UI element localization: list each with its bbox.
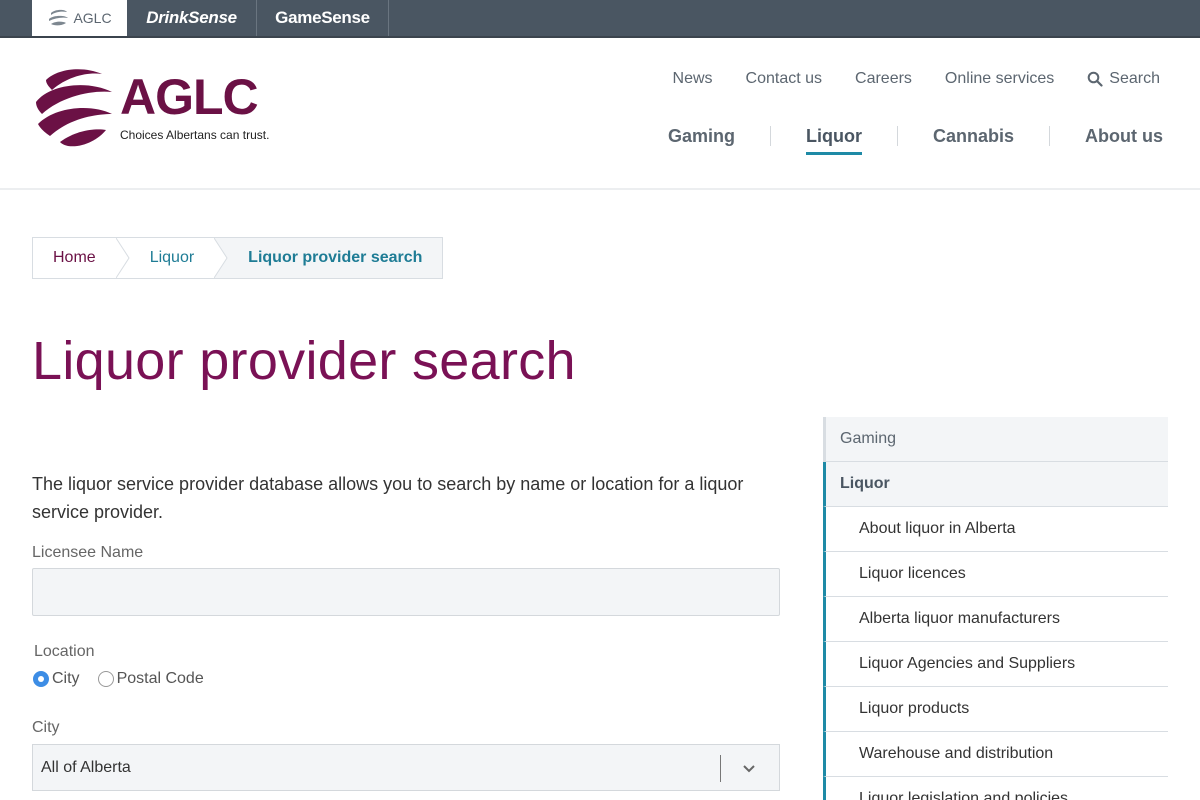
site-header: AGLC Choices Albertans can trust. News C… xyxy=(0,38,1200,190)
logo-wordmark: AGLC xyxy=(120,69,259,125)
brand-tab-label: AGLC xyxy=(73,10,112,26)
location-radio-group: City Postal Code xyxy=(33,670,222,688)
location-option-city[interactable]: City xyxy=(33,670,80,688)
logo-tagline: Choices Albertans can trust. xyxy=(120,128,270,142)
sidenav-item-legislation[interactable]: Liquor legislation and policies xyxy=(823,777,1168,800)
search-button[interactable]: Search xyxy=(1087,70,1160,88)
aglc-mini-logo-icon xyxy=(49,9,69,26)
location-option-postal-code[interactable]: Postal Code xyxy=(97,670,204,688)
breadcrumb-home[interactable]: Home xyxy=(33,238,130,278)
nav-item-liquor[interactable]: Liquor xyxy=(805,126,862,155)
location-label: Location xyxy=(34,643,95,660)
sidenav-item-manufacturers[interactable]: Alberta liquor manufacturers xyxy=(823,597,1168,642)
main-nav: Gaming Liquor Cannabis About us xyxy=(668,120,1163,155)
sidenav-item-liquor-products[interactable]: Liquor products xyxy=(823,687,1168,732)
breadcrumb: Home Liquor Liquor provider search xyxy=(32,237,444,279)
intro-text: The liquor service provider database all… xyxy=(32,474,744,522)
utility-nav: News Contact us Careers Online services … xyxy=(640,70,1160,88)
brand-tab-drinksense[interactable]: DrinkSense xyxy=(127,0,257,36)
city-select[interactable]: All of Alberta xyxy=(32,744,780,791)
city-label: City xyxy=(32,719,60,736)
sidenav-item-about-liquor[interactable]: About liquor in Alberta xyxy=(823,507,1168,552)
util-link-careers[interactable]: Careers xyxy=(855,70,912,88)
breadcrumb-chevron-icon xyxy=(115,238,130,278)
breadcrumb-current: Liquor provider search xyxy=(214,238,443,278)
sidenav-item-agencies-suppliers[interactable]: Liquor Agencies and Suppliers xyxy=(823,642,1168,687)
city-select-value: All of Alberta xyxy=(41,758,131,776)
search-icon xyxy=(1087,71,1103,87)
breadcrumb-label: Liquor provider search xyxy=(248,249,423,266)
brand-tab-label: DrinkSense xyxy=(146,8,237,27)
nav-item-about-us[interactable]: About us xyxy=(1085,126,1163,147)
chevron-down-icon xyxy=(743,765,755,773)
radio-label: City xyxy=(52,670,80,687)
breadcrumb-chevron-icon xyxy=(214,238,228,278)
licensee-name-label: Licensee Name xyxy=(32,544,144,561)
aglc-logo-mark-icon xyxy=(36,69,112,147)
nav-separator xyxy=(769,126,771,146)
sidenav-item-gaming[interactable]: Gaming xyxy=(823,417,1168,462)
page-title: Liquor provider search xyxy=(32,331,576,391)
brand-tab-label: GameSense xyxy=(275,8,370,27)
radio-city[interactable] xyxy=(33,671,49,687)
licensee-name-input[interactable] xyxy=(32,568,780,616)
nav-separator xyxy=(1049,126,1050,146)
util-link-news[interactable]: News xyxy=(673,70,713,88)
breadcrumb-label: Liquor xyxy=(149,249,195,266)
search-label: Search xyxy=(1109,70,1160,87)
util-link-contact[interactable]: Contact us xyxy=(746,70,822,88)
side-nav: Gaming Liquor About liquor in Alberta Li… xyxy=(823,417,1168,800)
breadcrumb-liquor[interactable]: Liquor xyxy=(116,238,228,278)
util-link-online-services[interactable]: Online services xyxy=(945,70,1054,88)
brand-tab-aglc[interactable]: AGLC xyxy=(32,0,127,36)
sidenav-item-warehouse[interactable]: Warehouse and distribution xyxy=(823,732,1168,777)
site-logo[interactable]: AGLC Choices Albertans can trust. xyxy=(32,66,302,148)
nav-item-cannabis[interactable]: Cannabis xyxy=(933,126,1014,147)
brand-bar: AGLC DrinkSense GameSense xyxy=(0,0,1200,38)
brand-tab-gamesense[interactable]: GameSense xyxy=(257,0,389,36)
radio-label: Postal Code xyxy=(116,670,204,687)
select-divider xyxy=(720,755,721,782)
nav-item-gaming[interactable]: Gaming xyxy=(668,126,735,147)
nav-separator xyxy=(896,126,898,146)
sidenav-item-liquor[interactable]: Liquor xyxy=(823,462,1168,507)
breadcrumb-label: Home xyxy=(53,249,96,266)
radio-postal-code[interactable] xyxy=(97,671,114,687)
sidenav-item-liquor-licences[interactable]: Liquor licences xyxy=(823,552,1168,597)
